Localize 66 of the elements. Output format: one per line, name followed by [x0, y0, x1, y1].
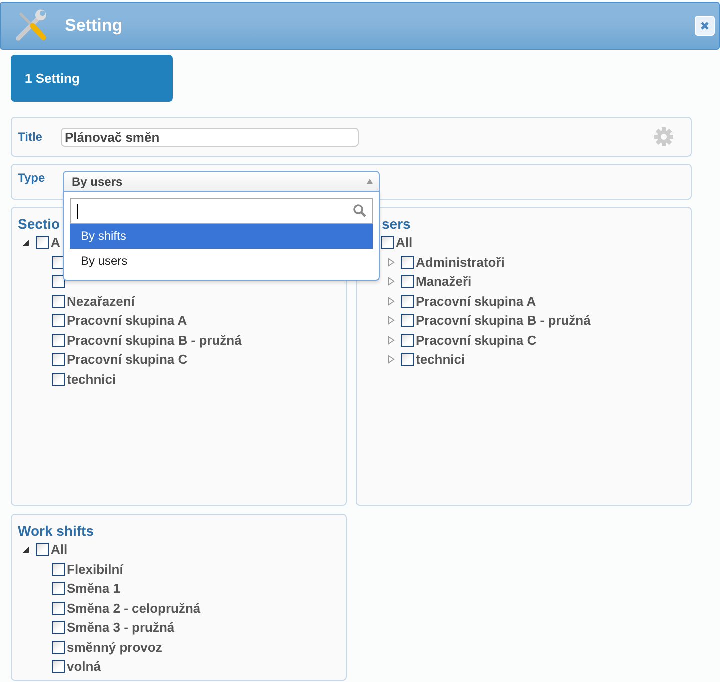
checkbox[interactable]	[401, 353, 414, 366]
collapsed-triangle-icon[interactable]	[387, 276, 395, 287]
collapsed-triangle-icon[interactable]	[387, 316, 395, 326]
tree-item-label: směnný provoz	[67, 640, 162, 655]
collapsed-triangle-icon[interactable]	[387, 335, 395, 346]
title-input[interactable]: Plánovač směn	[61, 128, 359, 146]
tree-item-label: volná	[67, 659, 101, 674]
checkbox[interactable]	[36, 236, 49, 250]
checkbox[interactable]	[401, 334, 414, 347]
checkbox[interactable]	[52, 602, 65, 615]
checkbox[interactable]	[401, 275, 414, 288]
checkbox[interactable]	[52, 660, 65, 674]
panel-title: Sectio	[18, 216, 62, 232]
tree-item-label: Pracovní skupina A	[416, 294, 536, 309]
select-field[interactable]: By users	[63, 171, 380, 192]
tree-item-label: technici	[416, 352, 466, 368]
checkbox[interactable]	[401, 256, 414, 269]
tree-item-label: All	[396, 235, 413, 250]
close-icon	[700, 21, 710, 31]
tree-item-label: Administratoři	[416, 254, 505, 270]
tree-item-label: Flexibilní	[67, 562, 124, 577]
checkbox[interactable]	[52, 562, 65, 576]
tree-item-label: A	[51, 235, 60, 250]
tree-item-label: Pracovní skupina A	[67, 313, 188, 328]
caret-up-icon	[367, 179, 373, 184]
tools-icon	[13, 8, 49, 44]
checkbox[interactable]	[52, 621, 65, 634]
search-icon	[353, 204, 367, 218]
expanded-triangle-icon[interactable]	[22, 238, 30, 248]
collapsed-triangle-icon[interactable]	[387, 296, 395, 306]
tree-item-label: Manažeři	[416, 274, 472, 290]
collapsed-triangle-icon[interactable]	[387, 257, 395, 268]
dropdown-option[interactable]: By shifts	[70, 224, 373, 249]
checkbox[interactable]	[52, 640, 65, 654]
checkbox[interactable]	[52, 294, 65, 308]
checkbox[interactable]	[52, 275, 65, 288]
checkbox[interactable]	[381, 236, 394, 250]
tree-item-label: Pracovní skupina C	[67, 352, 188, 368]
collapsed-triangle-icon[interactable]	[387, 354, 395, 365]
close-button[interactable]	[695, 16, 715, 36]
checkbox[interactable]	[52, 334, 65, 347]
search-field[interactable]	[70, 198, 373, 224]
dropdown-option[interactable]: By users	[70, 249, 373, 274]
tree-item-label: Pracovní skupina C	[416, 332, 537, 348]
field-label: Title	[18, 130, 44, 144]
panel-title: Work shifts	[18, 523, 95, 539]
tree-item-label: Směna 3 - pružná	[67, 620, 175, 636]
tree-item-label: Pracovní skupina B - pružná	[416, 313, 591, 328]
checkbox[interactable]	[401, 294, 414, 308]
tree-item-label: technici	[67, 372, 116, 387]
checkbox[interactable]	[36, 543, 49, 556]
checkbox[interactable]	[401, 314, 414, 328]
field-label: Type	[18, 171, 46, 185]
tree-item-label: Směna 2 - celopružná	[67, 600, 201, 616]
checkbox[interactable]	[52, 353, 65, 366]
checkbox[interactable]	[52, 582, 65, 596]
tree-item-label: All	[51, 542, 68, 558]
tree-item-label: Nezařazení	[67, 294, 135, 309]
panel-title: sers	[381, 216, 412, 232]
tree-item-label: Směna 1	[67, 581, 120, 596]
tree-item-label: Pracovní skupina B - pružná	[67, 332, 242, 348]
window-title: Setting	[65, 16, 124, 36]
tab[interactable]: 1 Setting	[11, 55, 173, 102]
checkbox[interactable]	[52, 314, 65, 328]
expanded-triangle-icon[interactable]	[22, 544, 30, 555]
checkbox[interactable]	[52, 372, 65, 386]
